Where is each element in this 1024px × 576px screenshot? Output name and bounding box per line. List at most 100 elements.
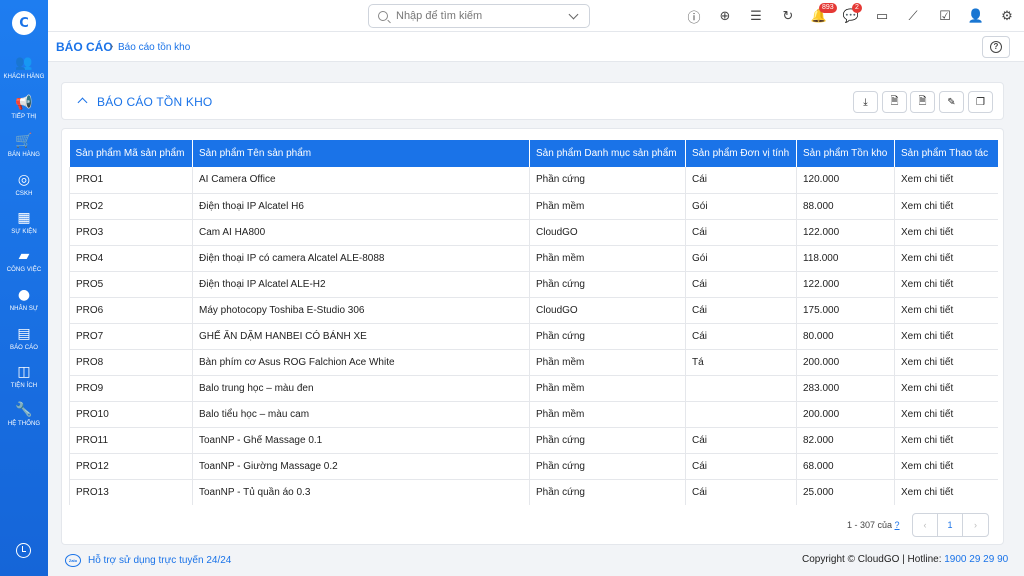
sidebar-item-label: HỆ THỐNG bbox=[7, 421, 41, 427]
table-row[interactable]: PRO11 ToanNP - Ghế Massage 0.1 Phần cứng Cá… bbox=[69, 427, 998, 454]
table-cell: 80.000 bbox=[796, 323, 895, 350]
bell-icon[interactable]: 🔔 893 bbox=[811, 3, 837, 24]
sidebar-item-9[interactable]: ◫ TIỆN ÍCH bbox=[0, 364, 48, 389]
add-icon[interactable]: ⊕ bbox=[717, 8, 733, 24]
sidebar-item-5[interactable]: ▦ SỰ KIỆN bbox=[0, 210, 48, 235]
table-row[interactable]: PRO9 Balo trung học – màu đen Phần mềm 283.… bbox=[69, 375, 998, 402]
calendar-icon[interactable]: ▭ bbox=[874, 8, 890, 24]
table-cell: PRO11 bbox=[69, 427, 193, 454]
table-cell: PRO2 bbox=[69, 193, 193, 220]
clock-icon[interactable] bbox=[16, 543, 31, 558]
megaphone-icon: 📢 bbox=[15, 95, 33, 111]
view-detail-link[interactable]: Xem chi tiết bbox=[894, 219, 998, 246]
notification-badge: 893 bbox=[819, 3, 837, 13]
box-icon: ◫ bbox=[17, 364, 31, 380]
view-detail-link[interactable]: Xem chi tiết bbox=[894, 323, 998, 350]
view-detail-link[interactable]: Xem chi tiết bbox=[894, 271, 998, 298]
list-icon[interactable]: ☰ bbox=[748, 8, 764, 24]
hotline-number[interactable]: 1900 29 29 90 bbox=[944, 554, 1008, 565]
table-cell: AI Camera Office bbox=[192, 167, 530, 194]
view-detail-link[interactable]: Xem chi tiết bbox=[894, 167, 998, 194]
table-row[interactable]: PRO12 ToanNP - Giường Massage 0.2 Phần cứn… bbox=[69, 453, 998, 480]
view-detail-link[interactable]: Xem chi tiết bbox=[894, 193, 998, 220]
table-row[interactable]: PRO2 Điện thoại IP Alcatel H6 Phần mềm Gói 8… bbox=[69, 193, 998, 220]
sidebar-item-4[interactable]: ◎ CSKH bbox=[0, 172, 48, 197]
sidebar-item-1[interactable]: 👥 KHÁCH HÀNG bbox=[0, 55, 48, 80]
prev-page-button[interactable]: ‹ bbox=[913, 514, 938, 536]
search-input[interactable] bbox=[396, 10, 570, 22]
view-detail-link[interactable]: Xem chi tiết bbox=[894, 453, 998, 480]
next-page-button[interactable]: › bbox=[963, 514, 988, 536]
column-header[interactable]: Sản phẩm Mã sản phẩm bbox=[69, 140, 193, 167]
chat-icon[interactable]: 💬 2 bbox=[843, 3, 862, 24]
task-check-icon[interactable]: ☑ bbox=[937, 8, 953, 24]
view-detail-link[interactable]: Xem chi tiết bbox=[894, 375, 998, 402]
table-row[interactable]: PRO13 ToanNP - Tủ quần áo 0.3 Phần cứng Cái… bbox=[69, 479, 998, 505]
sidebar-item-6[interactable]: ▰ CÔNG VIỆC bbox=[0, 248, 48, 273]
download-button[interactable]: ⤓ bbox=[853, 91, 878, 113]
table-row[interactable]: PRO3 Cam AI HA800 CloudGO Cái 122.000 Xem chi… bbox=[69, 219, 998, 246]
sidebar-item-8[interactable]: ▤ BÁO CÁO bbox=[0, 326, 48, 351]
table-row[interactable]: PRO10 Balo tiểu học – màu cam Phần mềm 200.… bbox=[69, 401, 998, 428]
download-icon: ⤓ bbox=[863, 96, 868, 108]
view-detail-link[interactable]: Xem chi tiết bbox=[894, 245, 998, 272]
pagination-total-link[interactable]: ? bbox=[895, 520, 900, 530]
briefcase-icon: ▰ bbox=[18, 248, 30, 264]
table-cell: Gói bbox=[685, 245, 797, 272]
page-button[interactable]: 1 bbox=[938, 514, 963, 536]
help-button[interactable]: ? bbox=[982, 36, 1010, 58]
table-cell: GHẾ ĂN DẶM HANBEI CÓ BÁNH XE bbox=[192, 323, 530, 350]
view-detail-link[interactable]: Xem chi tiết bbox=[894, 401, 998, 428]
table-row[interactable]: PRO8 Bàn phím cơ Asus ROG Falchion Ace Wh… bbox=[69, 349, 998, 376]
table-cell: Cái bbox=[685, 167, 797, 194]
sidebar-item-label: NHÂN SỰ bbox=[9, 306, 39, 312]
column-header[interactable]: Sản phẩm Tên sản phẩm bbox=[192, 140, 530, 167]
export-pdf-button[interactable]: 🗎 bbox=[882, 91, 907, 113]
top-bar: ⓘ ⊕ ☰ ↻ 🔔893 💬2 ▭ ⟋ ☑ 👤 ⚙ bbox=[48, 0, 1024, 32]
table-cell: CloudGO bbox=[529, 297, 686, 324]
view-detail-link[interactable]: Xem chi tiết bbox=[894, 297, 998, 324]
table-cell: Cái bbox=[685, 323, 797, 350]
edit-button[interactable]: ✎ bbox=[939, 91, 964, 113]
column-header[interactable]: Sản phẩm Danh mục sản phẩm bbox=[529, 140, 686, 167]
sidebar-item-3[interactable]: 🛒 BÁN HÀNG bbox=[0, 133, 48, 158]
cloudgo-logo[interactable]: C bbox=[12, 11, 36, 35]
alert-icon[interactable]: ⓘ bbox=[686, 8, 702, 26]
settings-icon[interactable]: ⚙ bbox=[999, 8, 1015, 24]
breadcrumb-main[interactable]: BÁO CÁO bbox=[56, 40, 113, 54]
table-row[interactable]: PRO1 AI Camera Office Phần cứng Cái 120.000 X… bbox=[69, 167, 998, 194]
chevron-down-icon[interactable] bbox=[568, 9, 579, 19]
sidebar-item-10[interactable]: 🔧 HỆ THỐNG bbox=[0, 402, 48, 427]
table-cell: PRO7 bbox=[69, 323, 193, 350]
pagination-range: 1 - 307 của bbox=[847, 520, 893, 530]
export-excel-button[interactable]: 🗎 bbox=[910, 91, 935, 113]
sidebar-item-label: SỰ KIỆN bbox=[11, 229, 37, 235]
sidebar-item-2[interactable]: 📢 TIẾP THỊ bbox=[0, 95, 48, 120]
breadcrumb-current[interactable]: Báo cáo tồn kho bbox=[118, 42, 190, 53]
support-link[interactable]: Hỗ trợ sử dụng trực tuyến 24/24 bbox=[88, 555, 231, 566]
table-row[interactable]: PRO4 Điện thoại IP có camera Alcatel ALE-… bbox=[69, 245, 998, 272]
table-body: PRO1 AI Camera Office Phần cứng Cái 120.000 X… bbox=[69, 167, 998, 505]
table-cell: 200.000 bbox=[796, 349, 895, 376]
duplicate-button[interactable]: ❐ bbox=[968, 91, 993, 113]
sidebar-item-label: CSKH bbox=[15, 191, 33, 197]
trend-icon[interactable]: ⟋ bbox=[905, 8, 921, 24]
table-cell: CloudGO bbox=[529, 219, 686, 246]
table-row[interactable]: PRO7 GHẾ ĂN DẶM HANBEI CÓ BÁNH XE Phần cứn… bbox=[69, 323, 998, 350]
table-row[interactable]: PRO6 Máy photocopy Toshiba E-Studio 306 Cl… bbox=[69, 297, 998, 324]
view-detail-link[interactable]: Xem chi tiết bbox=[894, 479, 998, 505]
global-search[interactable] bbox=[368, 4, 590, 28]
table-row[interactable]: PRO5 Điện thoại IP Alcatel ALE-H2 Phần cứn… bbox=[69, 271, 998, 298]
view-detail-link[interactable]: Xem chi tiết bbox=[894, 427, 998, 454]
refresh-icon[interactable]: ↻ bbox=[780, 8, 796, 24]
table-scroll-area[interactable]: Sản phẩm Mã sản phẩm Sản phẩm Tên sản phẩ… bbox=[69, 140, 998, 505]
zalo-icon[interactable]: Zalo bbox=[65, 554, 81, 567]
column-header[interactable]: Sản phẩm Tồn kho bbox=[796, 140, 895, 167]
view-detail-link[interactable]: Xem chi tiết bbox=[894, 349, 998, 376]
user-icon[interactable]: 👤 bbox=[968, 8, 984, 24]
sidebar-item-7[interactable]: ● NHÂN SỰ bbox=[0, 287, 48, 312]
table-cell: Balo tiểu học – màu cam bbox=[192, 401, 530, 428]
column-header[interactable]: Sản phẩm Đơn vị tính bbox=[685, 140, 797, 167]
column-header[interactable]: Sản phẩm Thao tác bbox=[894, 140, 998, 167]
collapse-chevron-icon[interactable] bbox=[77, 97, 88, 108]
